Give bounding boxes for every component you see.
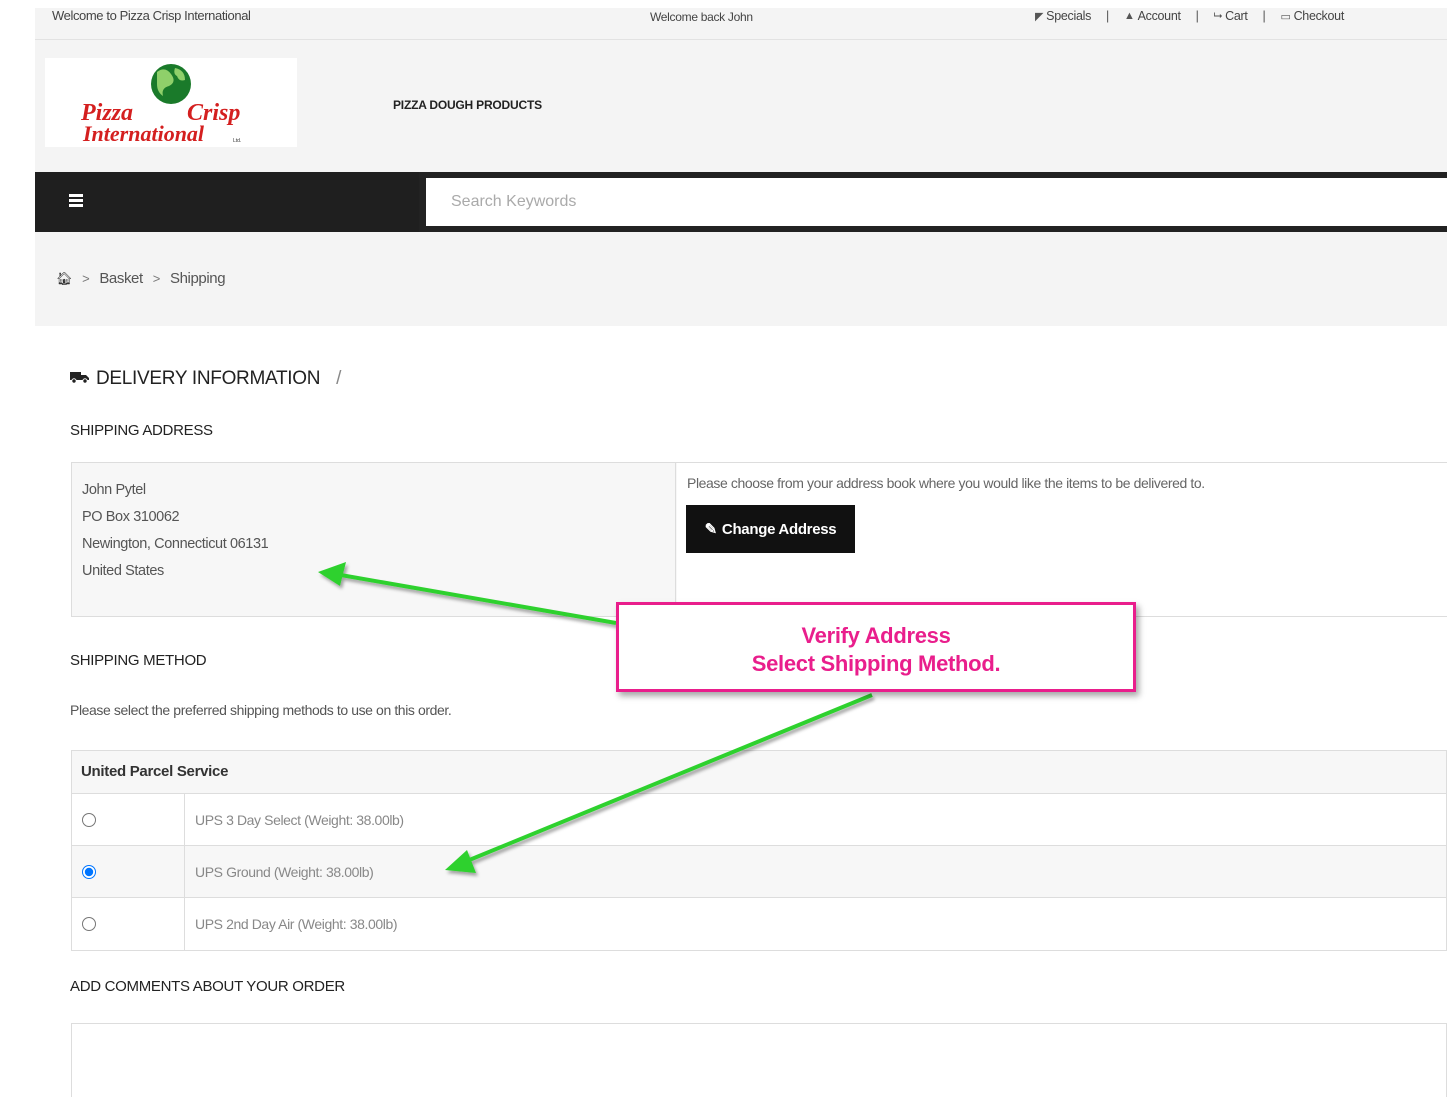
address-country: United States <box>82 563 164 579</box>
carrier-heading: United Parcel Service <box>72 751 1446 794</box>
change-address-label: Change Address <box>721 520 837 538</box>
breadcrumb-basket[interactable]: Basket <box>99 270 143 287</box>
divider: | <box>1106 9 1109 23</box>
site-container: Welcome to Pizza Crisp International Wel… <box>35 8 1447 1097</box>
shipping-option-label[interactable]: UPS Ground (Weight: 38.00lb) <box>185 846 374 897</box>
address-name: John Pytel <box>82 482 146 498</box>
comments-heading: ADD COMMENTS ABOUT YOUR ORDER <box>70 978 345 995</box>
user-icon: ▲ <box>1123 10 1135 22</box>
edit-icon: ✎ <box>704 521 718 538</box>
shipping-option-radio-ground[interactable] <box>82 864 96 879</box>
radio-cell <box>72 846 185 897</box>
breadcrumb-shipping[interactable]: Shipping <box>170 270 226 287</box>
checkout-label: Checkout <box>1293 9 1345 23</box>
cart-icon: ⮡ <box>1213 9 1223 22</box>
logo-graphic: Pizza Crisp International Ltd. <box>80 64 241 146</box>
logo-tag: Ltd. <box>233 138 241 144</box>
address-box: John Pytel PO Box 310062 Newington, Conn… <box>71 462 1447 617</box>
shipping-option-row[interactable]: UPS 2nd Day Air (Weight: 38.00lb) <box>72 898 1446 950</box>
account-link[interactable]: ▲ Account <box>1124 9 1181 23</box>
specials-label: Specials <box>1046 9 1092 23</box>
address-book-section: Please choose from your address book whe… <box>677 463 1447 616</box>
welcome-back-text: Welcome back John <box>650 10 753 24</box>
nav-bar <box>35 172 1447 232</box>
shipping-method-table: United Parcel Service UPS 3 Day Select (… <box>71 750 1447 951</box>
heading-slash: / <box>336 368 342 389</box>
divider: | <box>1195 9 1199 23</box>
shipping-address-heading: SHIPPING ADDRESS <box>70 422 213 439</box>
shipping-option-label[interactable]: UPS 3 Day Select (Weight: 38.00lb) <box>185 794 404 845</box>
order-comments-textarea[interactable] <box>71 1023 1447 1097</box>
annotation-callout: Verify Address Select Shipping Method. <box>616 602 1136 692</box>
home-icon[interactable]: 🏠︎ <box>56 271 73 287</box>
radio-cell <box>72 794 185 845</box>
account-label: Account <box>1137 9 1181 23</box>
welcome-text: Welcome to Pizza Crisp International <box>52 8 251 23</box>
cart-link[interactable]: ⮡ Cart <box>1214 9 1248 23</box>
change-address-button[interactable]: ✎ Change Address <box>686 505 855 553</box>
delivery-title: DELIVERY INFORMATION <box>96 368 321 389</box>
annotation-line2: Select Shipping Method. <box>751 651 1001 676</box>
specials-link[interactable]: ◤ Specials <box>1035 9 1091 23</box>
site-logo[interactable]: Pizza Crisp International Ltd. <box>45 58 297 147</box>
credit-card-icon: ▭ <box>1280 10 1291 23</box>
delivery-heading: DELIVERY INFORMATION / <box>70 368 341 390</box>
checkout-link[interactable]: ▭ Checkout <box>1280 9 1344 23</box>
shipping-address: John Pytel PO Box 310062 Newington, Conn… <box>72 463 676 616</box>
tag-icon: ◤ <box>1035 10 1044 23</box>
shipping-option-radio-3day[interactable] <box>82 812 96 827</box>
shipping-option-row[interactable]: UPS 3 Day Select (Weight: 38.00lb) <box>72 794 1446 846</box>
hamburger-icon <box>69 194 83 209</box>
annotation-line1: Verify Address <box>801 623 951 648</box>
logo-word-international: International <box>82 121 205 146</box>
shipping-option-label[interactable]: UPS 2nd Day Air (Weight: 38.00lb) <box>185 898 397 950</box>
page: Welcome to Pizza Crisp International Wel… <box>0 0 1447 1097</box>
shipping-option-row[interactable]: UPS Ground (Weight: 38.00lb) <box>72 846 1446 898</box>
shipping-option-radio-2nd-day[interactable] <box>82 917 96 931</box>
breadcrumb: 🏠︎ > Basket > Shipping <box>56 270 226 287</box>
checkout-panel: DELIVERY INFORMATION / SHIPPING ADDRESS … <box>35 326 1447 1097</box>
chevron-right-icon: > <box>82 271 90 286</box>
top-links: ◤ Specials | ▲ Account | ⮡ Cart | ▭ Chec… <box>1035 9 1344 23</box>
top-bar: Welcome to Pizza Crisp International Wel… <box>35 8 1447 40</box>
search-input[interactable] <box>426 178 1447 226</box>
truck-icon <box>70 368 90 390</box>
cart-label: Cart <box>1225 9 1248 23</box>
address-line2: Newington, Connecticut 06131 <box>82 536 269 552</box>
address-line1: PO Box 310062 <box>82 509 180 525</box>
radio-cell <box>72 898 185 950</box>
pizza-dough-products-link[interactable]: PIZZA DOUGH PRODUCTS <box>393 98 542 112</box>
address-book-note: Please choose from your address book whe… <box>687 475 1205 491</box>
chevron-right-icon: > <box>152 271 161 286</box>
shipping-method-heading: SHIPPING METHOD <box>70 652 207 669</box>
menu-button[interactable] <box>35 172 419 232</box>
shipping-method-note: Please select the preferred shipping met… <box>70 702 452 718</box>
divider: | <box>1262 9 1266 23</box>
